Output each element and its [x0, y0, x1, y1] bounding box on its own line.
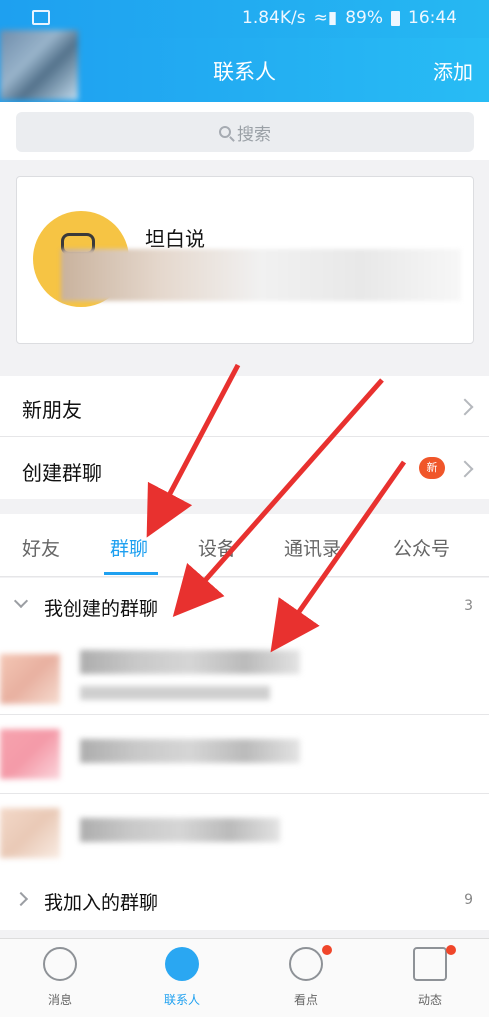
list-item[interactable]: [0, 794, 489, 872]
featured-name: 坦白说: [145, 227, 205, 251]
chevron-right-icon: [13, 891, 29, 907]
list-item[interactable]: [0, 636, 489, 714]
avatar[interactable]: [0, 30, 78, 100]
tab-friends[interactable]: 好友: [22, 534, 60, 561]
search-bar-area: 搜索: [0, 102, 489, 160]
blurred-last-activity: [80, 686, 270, 700]
notification-dot: [322, 945, 332, 955]
group-count: 9: [464, 892, 473, 908]
tab-messages[interactable]: 消息: [20, 947, 100, 1008]
group-section-title: 我创建的群聊: [44, 598, 159, 620]
created-groups-header[interactable]: 我创建的群聊 3: [0, 578, 489, 636]
contact-tabs: 好友 群聊 设备 通讯录 公众号: [0, 514, 489, 577]
smile-icon: [43, 947, 77, 981]
tab-label: 动态: [417, 993, 442, 1007]
new-friends-row[interactable]: 新朋友: [0, 376, 489, 436]
blurred-group-name: [80, 818, 280, 842]
tab-contacts[interactable]: 联系人: [142, 947, 222, 1008]
search-input[interactable]: 搜索: [16, 112, 474, 152]
chevron-down-icon: [13, 593, 29, 609]
chevron-right-icon: [456, 398, 474, 416]
tab-official-accounts[interactable]: 公众号: [393, 534, 450, 561]
tab-address-book[interactable]: 通讯录: [284, 534, 341, 561]
group-count: 3: [464, 598, 473, 614]
blurred-group-name: [80, 739, 300, 763]
notification-dot: [446, 945, 456, 955]
group-avatar: [0, 808, 60, 858]
tab-label: 消息: [47, 993, 72, 1007]
add-button[interactable]: 添加: [433, 56, 473, 85]
group-avatar: [0, 654, 60, 704]
chevron-right-icon: [456, 460, 474, 478]
image-icon: [32, 10, 50, 25]
contacts-icon: [165, 947, 199, 981]
bottom-tab-bar: 消息 联系人 看点 动态: [0, 938, 489, 1017]
new-friends-label: 新朋友: [22, 398, 82, 422]
network-speed: 1.84K/s: [242, 8, 306, 28]
clock: 16:44: [408, 8, 457, 28]
group-avatar: [0, 729, 60, 779]
tab-devices[interactable]: 设备: [198, 534, 236, 561]
wifi-signal-icon: ≈▮: [313, 8, 338, 28]
blurred-description: [61, 249, 461, 301]
list-item[interactable]: [0, 715, 489, 793]
star-icon: [413, 947, 447, 981]
featured-card[interactable]: 坦白说: [16, 176, 474, 344]
new-badge: 新: [419, 457, 445, 479]
search-icon: [219, 126, 231, 138]
blurred-group-name: [80, 650, 300, 674]
battery-icon: [391, 10, 400, 26]
create-group-label: 创建群聊: [22, 461, 102, 485]
tab-label: 看点: [293, 993, 318, 1007]
joined-groups-header[interactable]: 我加入的群聊 9: [0, 872, 489, 930]
search-placeholder: 搜索: [237, 124, 271, 145]
tab-groups[interactable]: 群聊: [110, 534, 148, 561]
battery-level: 89%: [345, 8, 383, 28]
group-section-title: 我加入的群聊: [44, 892, 159, 914]
tab-watch[interactable]: 看点: [266, 947, 346, 1008]
tab-label: 联系人: [163, 993, 200, 1007]
active-tab-indicator: [104, 572, 158, 575]
create-group-row[interactable]: 创建群聊 新: [0, 437, 489, 499]
tab-moments[interactable]: 动态: [390, 947, 470, 1008]
eye-icon: [289, 947, 323, 981]
